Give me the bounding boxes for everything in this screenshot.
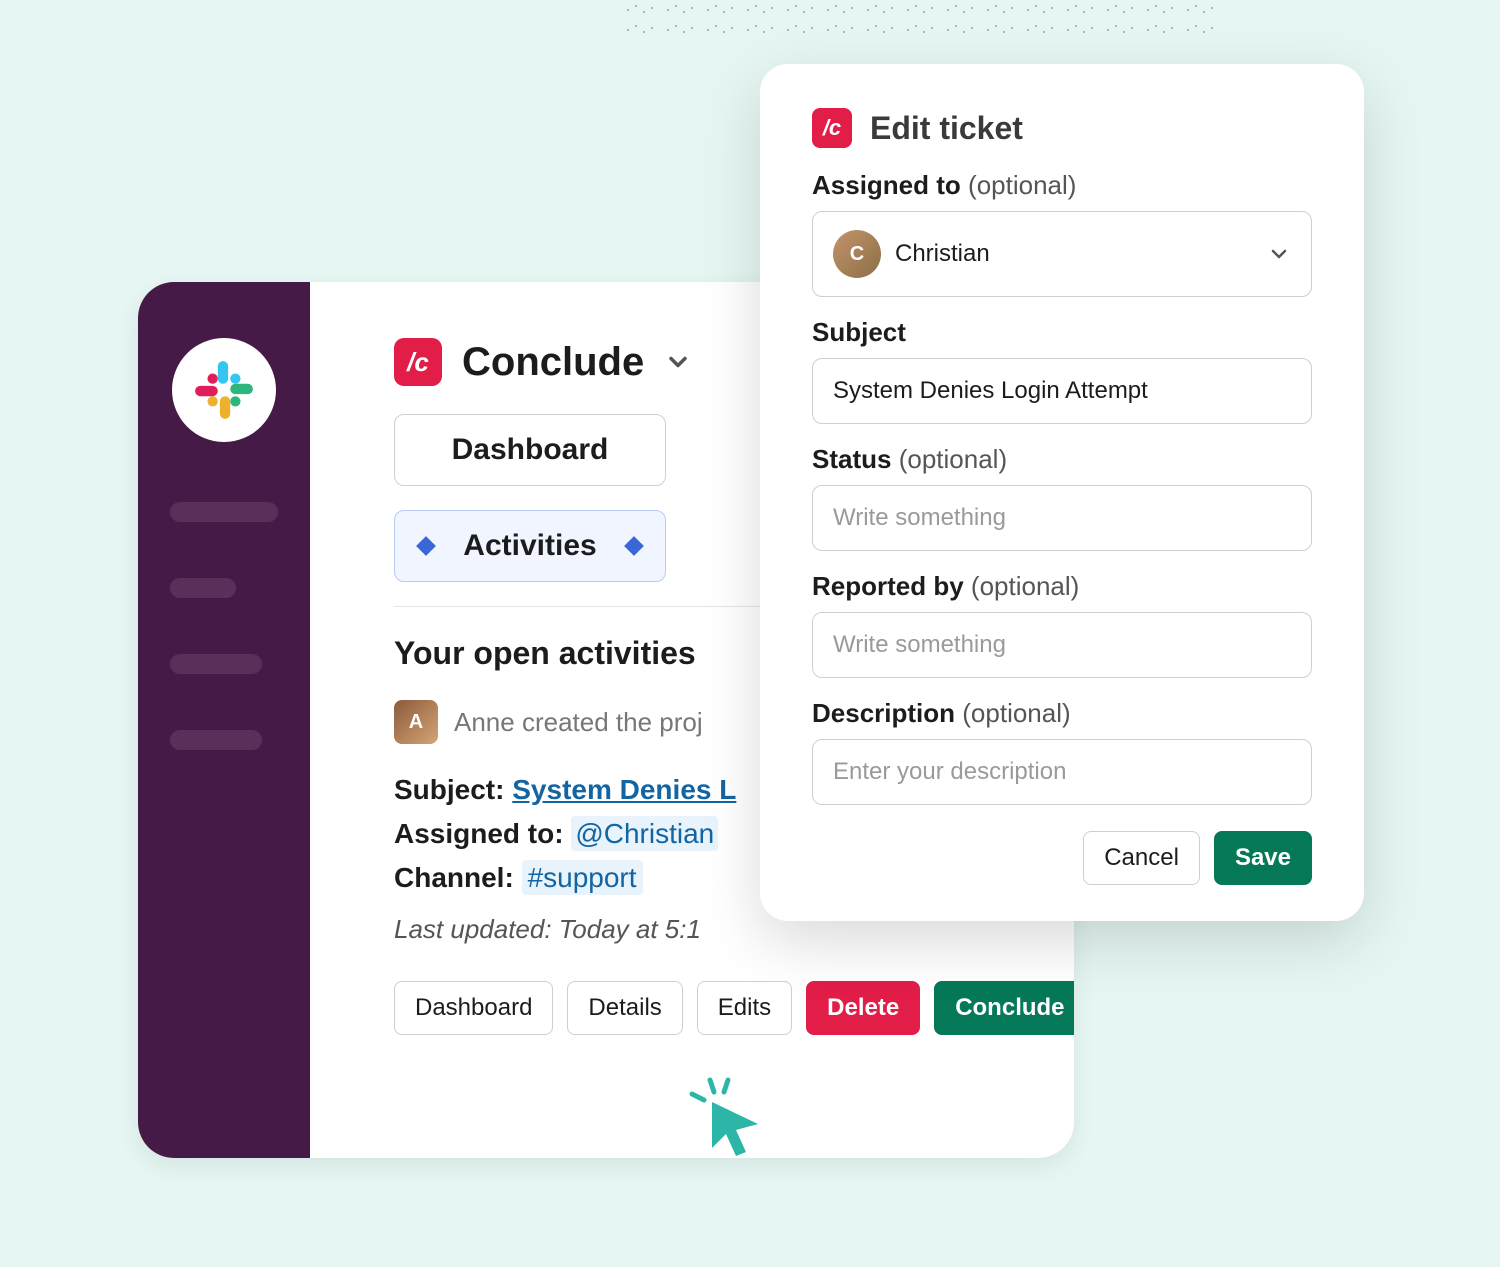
sidebar-item-placeholder [170, 578, 236, 598]
channel-link[interactable]: #support [522, 860, 643, 895]
delete-button[interactable]: Delete [806, 981, 920, 1035]
assigned-to-select[interactable]: C Christian [812, 211, 1312, 297]
modal-footer: Cancel Save [812, 831, 1312, 885]
sidebar-item-placeholder [170, 654, 262, 674]
diamond-icon [416, 536, 436, 556]
details-button[interactable]: Details [567, 981, 682, 1035]
conclude-button[interactable]: Conclude [934, 981, 1074, 1035]
dashboard-button[interactable]: Dashboard [394, 981, 553, 1035]
decorative-speckle [620, 0, 1220, 40]
activities-label: Activities [463, 529, 596, 563]
assigned-mention[interactable]: @Christian [571, 816, 718, 851]
status-label: Status (optional) [812, 444, 1312, 475]
subject-label: Subject [812, 317, 1312, 348]
avatar: A [394, 700, 438, 744]
subject-label: Subject: [394, 774, 504, 805]
conclude-modal-icon: /c [812, 108, 852, 148]
cursor-click-icon [680, 1070, 770, 1160]
conclude-app-icon: /c [394, 338, 442, 386]
activity-actions: Dashboard Details Edits Delete Conclude [394, 981, 1074, 1035]
avatar: C [833, 230, 881, 278]
dashboard-nav-button[interactable]: Dashboard [394, 414, 666, 486]
cancel-button[interactable]: Cancel [1083, 831, 1200, 885]
diamond-icon [624, 536, 644, 556]
edits-button[interactable]: Edits [697, 981, 792, 1035]
description-input[interactable] [812, 739, 1312, 805]
app-title: Conclude [462, 340, 644, 385]
modal-title: Edit ticket [870, 110, 1023, 147]
save-button[interactable]: Save [1214, 831, 1312, 885]
status-input[interactable] [812, 485, 1312, 551]
sidebar-item-placeholder [170, 730, 262, 750]
assignee-name: Christian [895, 240, 990, 268]
channel-label: Channel: [394, 862, 514, 893]
chevron-down-icon [1267, 242, 1291, 266]
modal-header: /c Edit ticket [812, 108, 1312, 148]
slack-logo-icon [172, 338, 276, 442]
slack-sidebar: /c [138, 282, 310, 1158]
activities-nav-button[interactable]: Activities [394, 510, 666, 582]
assigned-label: Assigned to: [394, 818, 564, 849]
subject-link[interactable]: System Denies L [512, 774, 736, 805]
reported-by-input[interactable] [812, 612, 1312, 678]
description-label: Description (optional) [812, 698, 1312, 729]
chevron-down-icon[interactable] [664, 348, 692, 376]
subject-input[interactable] [812, 358, 1312, 424]
assigned-to-label: Assigned to (optional) [812, 170, 1312, 201]
activity-creator-text: Anne created the proj [454, 707, 703, 738]
reported-by-label: Reported by (optional) [812, 571, 1312, 602]
sidebar-nav-placeholder: /c [138, 502, 310, 838]
sidebar-item-placeholder [170, 502, 278, 522]
edit-ticket-modal: /c Edit ticket Assigned to (optional) C … [760, 64, 1364, 921]
